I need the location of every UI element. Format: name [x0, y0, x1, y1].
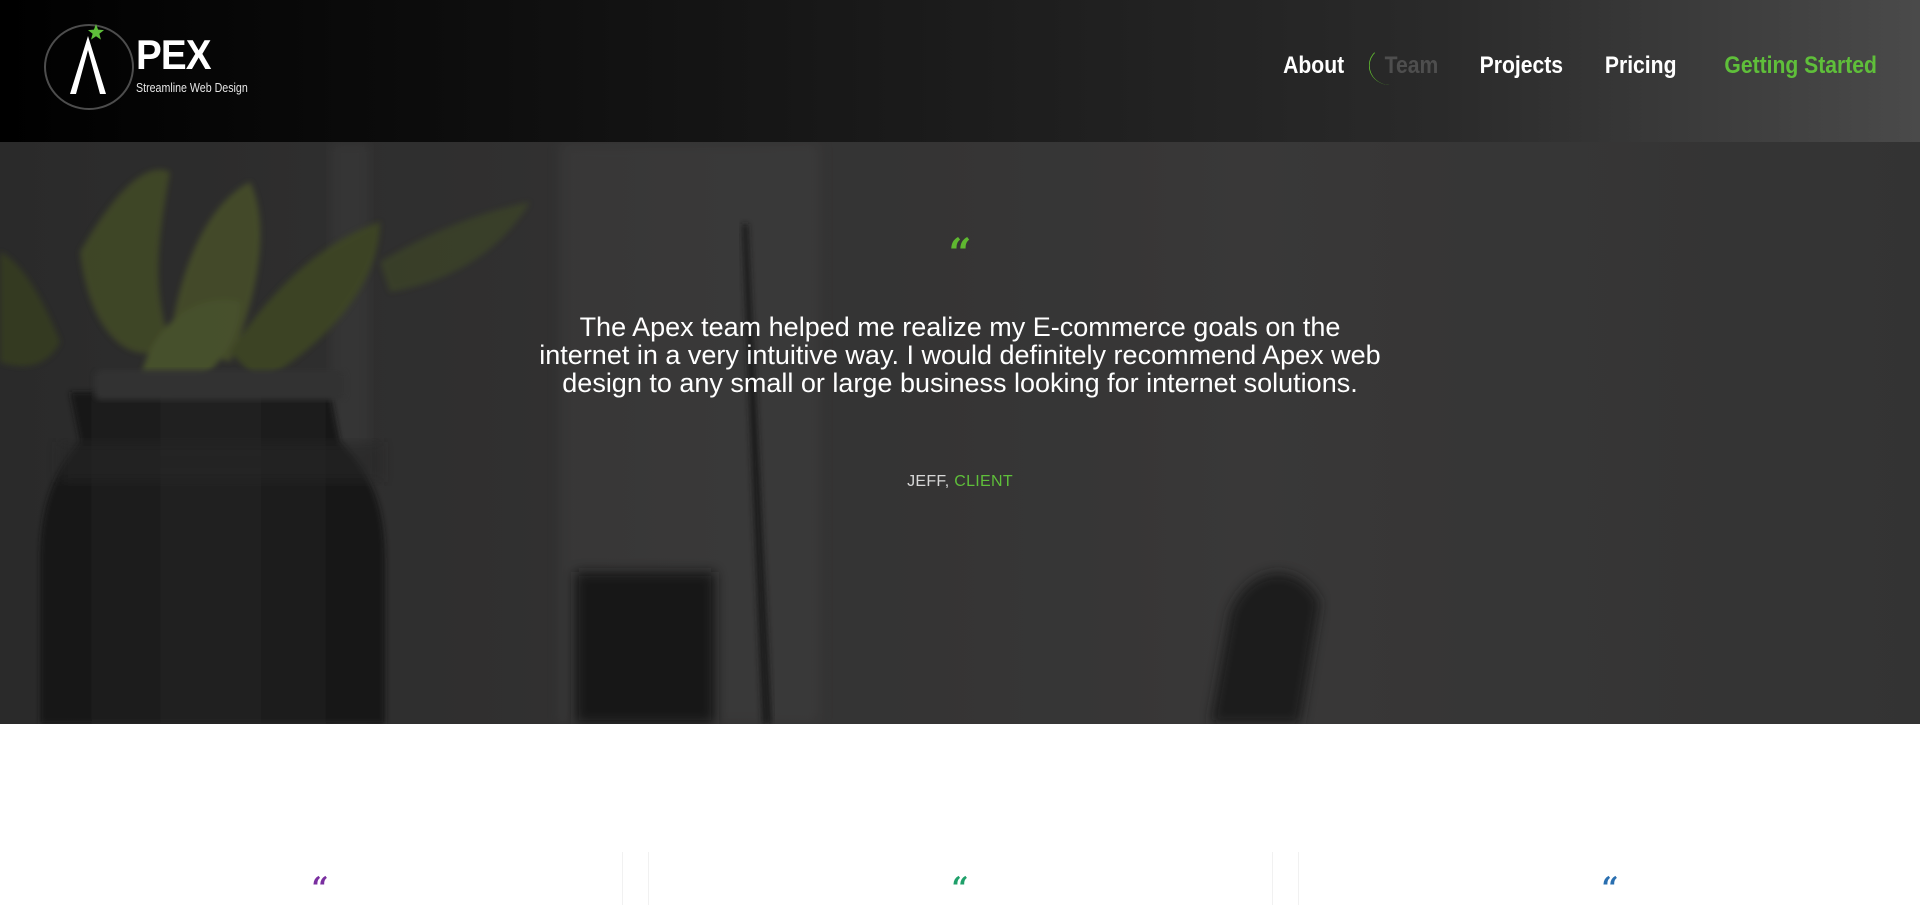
- nav-projects[interactable]: Projects: [1479, 52, 1562, 80]
- site-header: PEX Streamline Web Design About Team Pro…: [0, 0, 1920, 142]
- column-divider: [622, 852, 623, 905]
- testimonial-card: “: [640, 724, 1280, 905]
- nav-getting-started[interactable]: Getting Started: [1724, 52, 1877, 80]
- nav-about[interactable]: About: [1284, 52, 1345, 80]
- nav-pricing[interactable]: Pricing: [1605, 52, 1677, 80]
- quote-icon: “: [311, 871, 329, 906]
- logo-tagline: Streamline Web Design: [136, 80, 248, 95]
- quote-icon: “: [948, 230, 972, 277]
- hero-testimonial: “ The Apex team helped me realize my E-c…: [0, 142, 1920, 724]
- quote-icon: “: [1601, 871, 1619, 906]
- quote-icon: “: [951, 871, 969, 906]
- author-name: JEFF,: [907, 473, 950, 490]
- author-role: CLIENT: [954, 473, 1013, 490]
- testimonial-author: JEFF, CLIENT: [0, 473, 1920, 491]
- main-nav: About Team Projects Pricing Getting Star…: [1247, 46, 1887, 85]
- testimonials-row: “ “ “: [0, 724, 1920, 905]
- testimonial-card: “: [1290, 724, 1920, 905]
- logo-star-icon: [88, 24, 104, 40]
- column-divider: [1272, 852, 1273, 905]
- nav-team[interactable]: Team: [1368, 46, 1438, 85]
- testimonial-card: “: [0, 724, 640, 905]
- logo-a-mark-icon: [70, 36, 106, 94]
- logo-wordmark: PEX: [136, 31, 211, 78]
- testimonial-quote: The Apex team helped me realize my E-com…: [539, 312, 1381, 398]
- apex-logo[interactable]: PEX Streamline Web Design: [44, 22, 248, 112]
